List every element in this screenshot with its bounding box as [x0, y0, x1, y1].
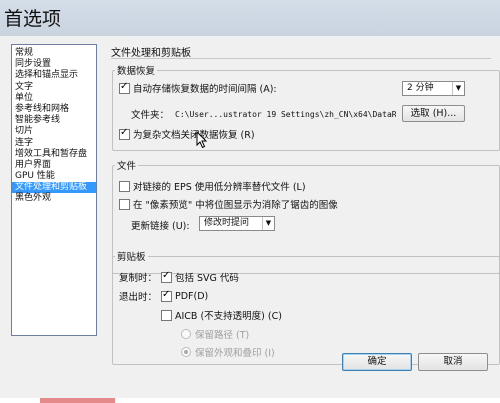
- files-legend: 文件: [117, 161, 137, 172]
- window-title: 首选项: [4, 8, 62, 30]
- chevron-down-icon: ▼: [262, 217, 274, 230]
- exit-row: 退出时： PDF(D): [119, 289, 209, 304]
- pixel-preview-checkbox[interactable]: [119, 198, 130, 210]
- sidebar-item[interactable]: GPU 性能: [12, 171, 96, 182]
- preserve-appearance-row[interactable]: 保留外观和叠印 (I): [181, 345, 275, 359]
- sidebar-item[interactable]: 常规: [12, 48, 96, 59]
- sidebar-item[interactable]: 选择和锚点显示: [12, 70, 96, 81]
- sidebar-item[interactable]: 连字: [12, 138, 96, 149]
- cancel-button[interactable]: 取消: [418, 353, 488, 371]
- aicb-row[interactable]: AICB (不支持透明度) (C): [161, 308, 282, 322]
- update-links-value: 修改时提问: [204, 218, 250, 228]
- background-strip: [0, 398, 500, 403]
- exit-label: 退出时：: [119, 292, 158, 303]
- clipboard-legend: 剪贴板: [117, 252, 146, 263]
- low-res-row[interactable]: 对链接的 EPS 使用低分辨率替代文件 (L): [119, 179, 306, 193]
- pixel-preview-row[interactable]: 在 "像素预览" 中将位图显示为消除了锯齿的图像: [119, 197, 338, 211]
- aicb-label: AICB (不支持透明度) (C): [175, 311, 282, 322]
- aicb-checkbox[interactable]: [161, 309, 172, 321]
- low-res-label: 对链接的 EPS 使用低分辨率替代文件 (L): [133, 182, 306, 193]
- preserve-appearance-label: 保留外观和叠印 (I): [195, 348, 275, 359]
- disable-complex-label: 为复杂文档关闭数据恢复 (R): [133, 130, 255, 141]
- chevron-down-icon: ▼: [452, 82, 464, 95]
- auto-save-row[interactable]: 自动存储恢复数据的时间间隔 (A):: [119, 81, 277, 95]
- low-res-checkbox[interactable]: [119, 180, 130, 192]
- clipboard-group: 剪贴板: [112, 249, 500, 365]
- auto-save-checkbox[interactable]: [119, 81, 130, 94]
- interval-value: 2 分钟: [407, 83, 434, 93]
- sidebar-item[interactable]: 用户界面: [12, 160, 96, 171]
- pdf-checkbox[interactable]: [161, 289, 172, 302]
- sidebar-item[interactable]: 参考线和网格: [12, 104, 96, 115]
- sidebar-item[interactable]: 文字: [12, 82, 96, 93]
- folder-row: 文件夹： C:\User...ustrator 19 Settings\zh_C…: [131, 107, 397, 122]
- update-links-label: 更新链接 (U):: [131, 221, 190, 232]
- choose-folder-button[interactable]: 选取 (H)...: [402, 105, 465, 122]
- interval-select[interactable]: 2 分钟 ▼: [402, 81, 465, 96]
- section-title: 文件处理和剪贴板: [111, 48, 191, 59]
- section-divider: [111, 58, 491, 59]
- mouse-pointer-icon: [196, 131, 208, 149]
- category-list[interactable]: 常规 同步设置 选择和锚点显示 文字 单位 参考线和网格 智能参考线 切片 连字 增效工具和暂存盘…: [11, 44, 97, 336]
- auto-save-label: 自动存储恢复数据的时间间隔 (A):: [133, 84, 277, 95]
- preferences-dialog: 常规 同步设置 选择和锚点显示 文字 单位 参考线和网格 智能参考线 切片 连字 增效工具和暂存盘…: [0, 36, 500, 403]
- sidebar-item[interactable]: 切片: [12, 126, 96, 137]
- sidebar-item[interactable]: 智能参考线: [12, 115, 96, 126]
- copy-as-label: 复制时：: [119, 273, 158, 284]
- sidebar-item[interactable]: 黑色外观: [12, 193, 96, 204]
- folder-label: 文件夹：: [131, 110, 170, 121]
- window-title-bar: 首选项: [0, 0, 500, 37]
- sidebar-item[interactable]: 增效工具和暂存盘: [12, 149, 96, 160]
- pixel-preview-label: 在 "像素预览" 中将位图显示为消除了锯齿的图像: [133, 200, 338, 211]
- preserve-paths-row[interactable]: 保留路径 (T): [181, 327, 249, 341]
- sidebar-item[interactable]: 同步设置: [12, 59, 96, 70]
- preserve-paths-label: 保留路径 (T): [195, 330, 250, 341]
- folder-path: C:\User...ustrator 19 Settings\zh_CN\x64…: [175, 109, 397, 119]
- preserve-paths-radio[interactable]: [181, 329, 191, 339]
- update-links-select[interactable]: 修改时提问 ▼: [199, 216, 275, 231]
- disable-complex-checkbox[interactable]: [119, 127, 130, 140]
- pdf-label: PDF(D): [175, 290, 209, 302]
- copy-as-row: 复制时： 包括 SVG 代码: [119, 270, 239, 285]
- svg-checkbox[interactable]: [161, 270, 172, 283]
- ok-button[interactable]: 确定: [342, 353, 412, 371]
- preserve-appearance-radio[interactable]: [181, 347, 191, 357]
- disable-complex-row[interactable]: 为复杂文档关闭数据恢复 (R): [119, 127, 255, 141]
- update-links-row: 更新链接 (U):: [131, 218, 190, 232]
- sidebar-item[interactable]: 单位: [12, 93, 96, 104]
- data-recovery-legend: 数据恢复: [117, 66, 156, 77]
- sidebar-item[interactable]: 文件处理和剪贴板: [12, 182, 96, 194]
- background-fragment: [40, 398, 115, 403]
- svg-label: 包括 SVG 代码: [175, 273, 239, 284]
